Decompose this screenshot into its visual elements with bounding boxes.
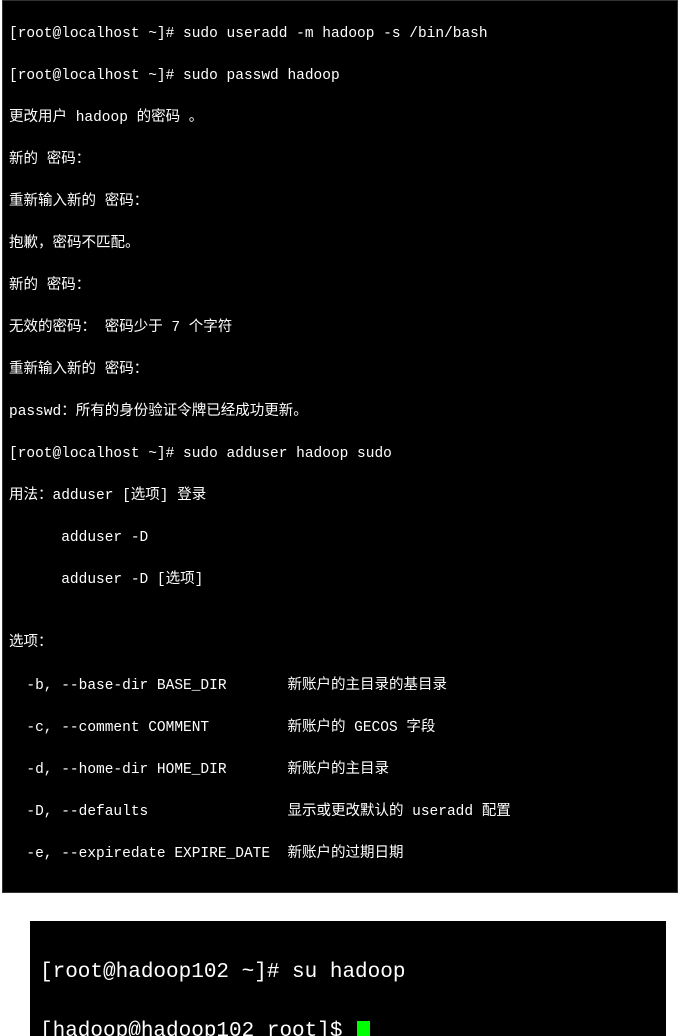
terminal-line: 新的 密码：	[9, 276, 671, 297]
terminal-output-1[interactable]: [root@localhost ~]# sudo useradd -m hado…	[2, 0, 678, 893]
terminal-line: 更改用户 hadoop 的密码 。	[9, 108, 671, 129]
terminal-line: 新的 密码：	[9, 150, 671, 171]
terminal-line: -b, --base-dir BASE_DIR 新账户的主目录的基目录	[9, 676, 671, 697]
terminal-line: 重新输入新的 密码：	[9, 192, 671, 213]
terminal-line: 抱歉，密码不匹配。	[9, 234, 671, 255]
terminal-output-2[interactable]: [root@hadoop102 ~]# su hadoop [hadoop@ha…	[30, 921, 666, 1036]
terminal-line: [root@localhost ~]# sudo adduser hadoop …	[9, 444, 671, 465]
terminal-line: -e, --expiredate EXPIRE_DATE 新账户的过期日期	[9, 844, 671, 865]
terminal-prompt-text: [hadoop@hadoop102 root]$	[40, 1020, 355, 1036]
terminal-line: adduser -D [选项]	[9, 570, 671, 591]
terminal-line: 用法：adduser [选项] 登录	[9, 486, 671, 507]
terminal-line: 选项：	[9, 633, 671, 654]
cursor-icon	[357, 1021, 370, 1036]
terminal-line: -c, --comment COMMENT 新账户的 GECOS 字段	[9, 718, 671, 739]
terminal-line: passwd：所有的身份验证令牌已经成功更新。	[9, 402, 671, 423]
terminal-line: -d, --home-dir HOME_DIR 新账户的主目录	[9, 760, 671, 781]
terminal-line: [root@hadoop102 ~]# su hadoop	[40, 958, 656, 987]
terminal-line: 无效的密码： 密码少于 7 个字符	[9, 318, 671, 339]
terminal-line: adduser -D	[9, 528, 671, 549]
terminal-line: -D, --defaults 显示或更改默认的 useradd 配置	[9, 802, 671, 823]
terminal-line: [root@localhost ~]# sudo passwd hadoop	[9, 66, 671, 87]
terminal-prompt-line: [hadoop@hadoop102 root]$	[40, 1020, 370, 1036]
terminal-line: 重新输入新的 密码：	[9, 360, 671, 381]
terminal-line: [root@localhost ~]# sudo useradd -m hado…	[9, 24, 671, 45]
